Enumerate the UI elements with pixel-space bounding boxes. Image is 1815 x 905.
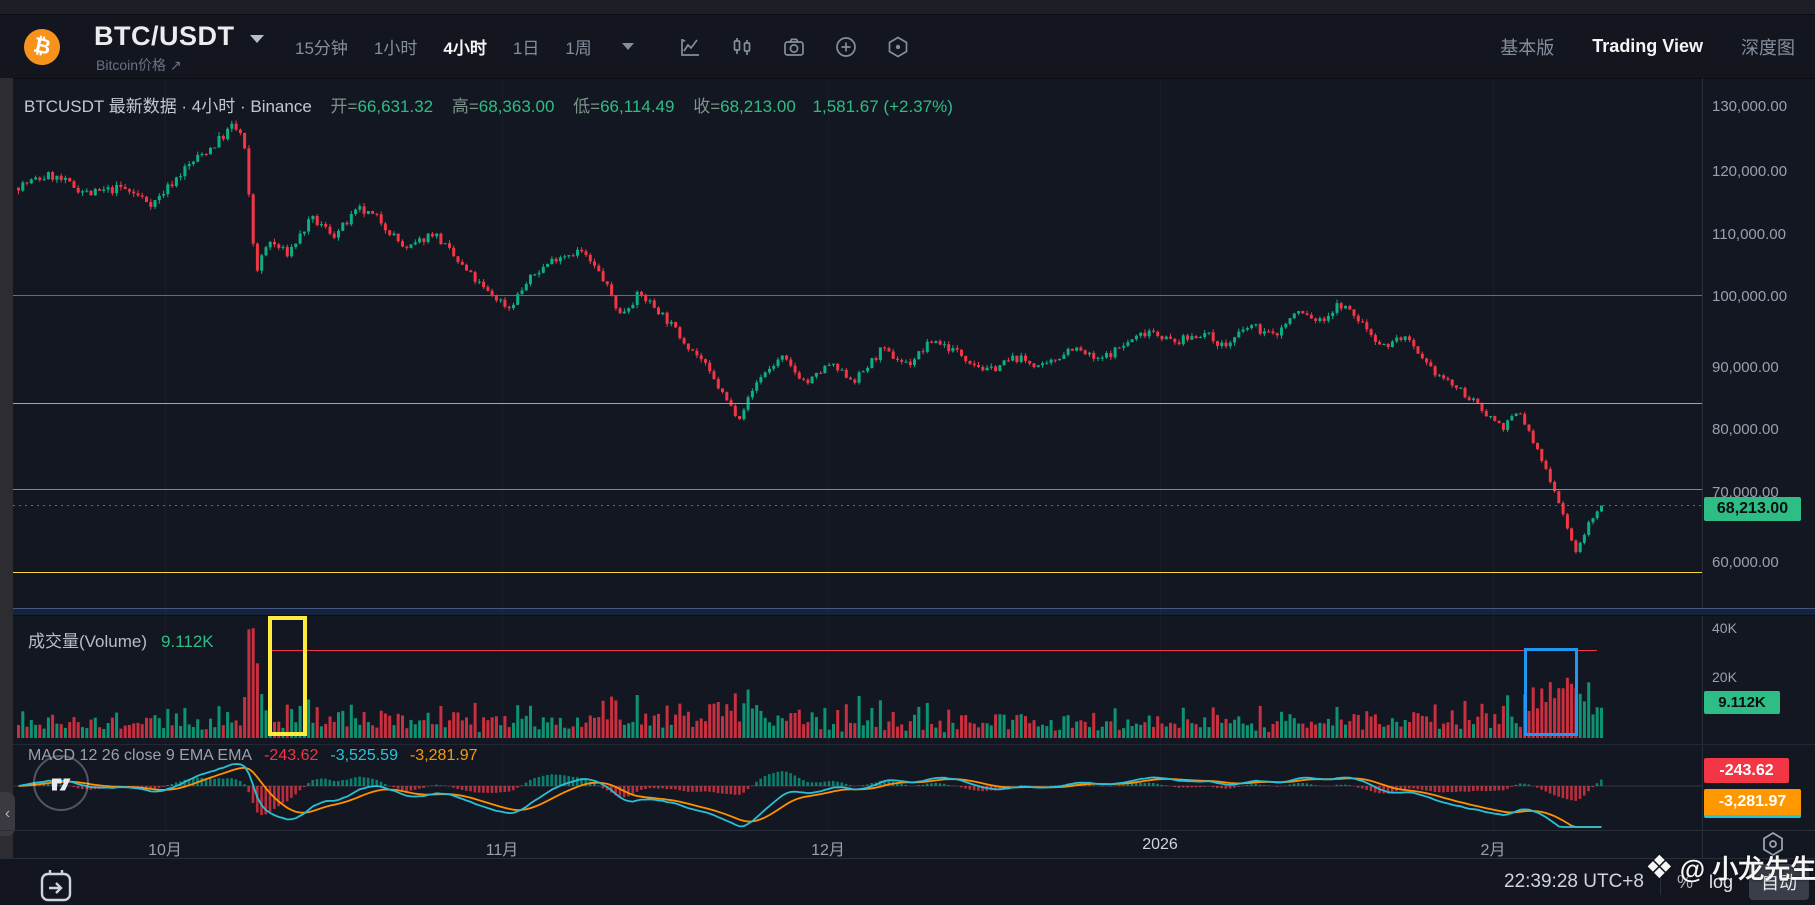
tradingview-chart-app: ₿ BTC/USDT Bitcoin价格 ↗ 15分钟 1小时 4小时 1日 1周 基本…	[0, 0, 1815, 905]
volume-axis-label: 40K	[1712, 620, 1737, 636]
time-axis-label: 2月	[1481, 836, 1506, 860]
time-axis-label: 10月	[148, 836, 182, 860]
macd-label-text: MACD 12 26 close 9 EMA EMA	[28, 747, 252, 764]
plus-circle-icon[interactable]	[834, 35, 858, 59]
timeframe-dropdown-caret-icon[interactable]	[622, 43, 634, 50]
price-axis-label: 110,000.00	[1712, 226, 1786, 243]
price-axis-label: 120,000.00	[1712, 163, 1787, 180]
view-mode-links: 基本版 Trading View 深度图	[1500, 15, 1795, 78]
header-bar: ₿ BTC/USDT Bitcoin价格 ↗ 15分钟 1小时 4小时 1日 1周 基本…	[0, 15, 1815, 79]
chevron-left-icon: ‹	[5, 805, 10, 823]
clock-time[interactable]: 22:39:28 UTC+8	[1504, 871, 1644, 893]
macd-signal-badge: -3,281.97	[1704, 789, 1801, 815]
go-to-date-icon[interactable]	[38, 868, 74, 902]
price-axis-label: 80,000.00	[1712, 421, 1779, 438]
view-link-基本版[interactable]: 基本版	[1500, 34, 1554, 60]
horizontal-price-line[interactable]	[13, 403, 1702, 404]
indicator-chart-icon[interactable]	[678, 35, 702, 59]
symbol-subtitle[interactable]: Bitcoin价格 ↗	[96, 55, 182, 75]
change-value: 1,581.67 (+2.37%)	[813, 97, 953, 116]
volume-badge: 9.112K	[1704, 691, 1780, 714]
horizontal-price-line[interactable]	[13, 295, 1702, 296]
price-axis-label: 100,000.00	[1712, 288, 1787, 305]
bottom-bar-divider	[1660, 869, 1661, 895]
volume-pane[interactable]	[13, 614, 1702, 744]
top-strip	[0, 0, 1815, 15]
open-label: 开=	[331, 97, 358, 116]
btc-logo-icon: ₿	[21, 26, 64, 69]
chart-legend[interactable]: BTCUSDT 最新数据 · 4小时 · Binance 开=66,631.32…	[24, 92, 953, 117]
low-label: 低=	[573, 97, 600, 116]
macd-value: -243.62	[264, 747, 318, 764]
chart-toolbar	[678, 15, 910, 78]
camera-icon[interactable]	[782, 35, 806, 59]
legend-title: BTCUSDT 最新数据 · 4小时 · Binance	[24, 97, 312, 116]
timeframe-switcher: 15分钟 1小时 4小时 1日 1周	[295, 15, 634, 78]
time-axis-separator	[0, 830, 1815, 831]
log-scale-button[interactable]: log	[1709, 872, 1733, 893]
timeframe-1日[interactable]: 1日	[513, 34, 539, 59]
close-label: 收=	[693, 97, 720, 116]
symbol-dropdown-caret-icon[interactable]	[250, 35, 264, 43]
open-value: 66,631.32	[357, 97, 433, 116]
volume-last-value: 9.112K	[161, 632, 214, 651]
view-link-深度图[interactable]: 深度图	[1741, 34, 1795, 60]
macd-value: -3,281.97	[410, 747, 478, 764]
price-axis-label: 90,000.00	[1712, 359, 1779, 376]
time-axis-label: 2026	[1142, 836, 1178, 854]
blue-highlight-box[interactable]	[1524, 648, 1578, 736]
timeframe-4小时[interactable]: 4小时	[443, 34, 486, 59]
horizontal-price-line[interactable]	[13, 572, 1702, 573]
macd-indicator-label[interactable]: MACD 12 26 close 9 EMA EMA -243.62 -3,525.…	[28, 747, 478, 765]
timeframe-15分钟[interactable]: 15分钟	[295, 34, 348, 59]
volume-indicator-label[interactable]: 成交量(Volume) 9.112K	[28, 627, 214, 652]
close-value: 68,213.00	[720, 97, 796, 116]
current-price-badge: 68,213.00	[1704, 497, 1801, 521]
high-label: 高=	[452, 97, 479, 116]
price-candlestick-pane[interactable]	[13, 78, 1702, 608]
macd-value: -3,525.59	[330, 747, 398, 764]
volume-label-text: 成交量(Volume)	[28, 632, 147, 651]
volume-axis-label: 20K	[1712, 669, 1737, 685]
volume-resistance-line[interactable]	[272, 650, 1597, 651]
time-axis-label: 11月	[486, 836, 519, 860]
axis-settings-hexagon-icon[interactable]	[1755, 831, 1791, 857]
yellow-highlight-box[interactable]	[268, 616, 307, 736]
price-axis-border	[1702, 78, 1703, 858]
candlestick-icon[interactable]	[730, 35, 754, 59]
high-value: 68,363.00	[479, 97, 555, 116]
macd-histogram-badge: -243.62	[1704, 758, 1789, 783]
view-link-Trading View[interactable]: Trading View	[1592, 36, 1703, 57]
external-link-icon: ↗	[170, 57, 182, 73]
timeframe-1周[interactable]: 1周	[565, 34, 591, 59]
auto-scale-button[interactable]: 自动	[1749, 864, 1809, 900]
hexagon-target-icon[interactable]	[886, 35, 910, 59]
percent-scale-button[interactable]: %	[1677, 872, 1693, 893]
low-value: 66,114.49	[600, 97, 674, 116]
timeframe-1小时[interactable]: 1小时	[374, 34, 417, 59]
time-axis-label: 12月	[811, 836, 845, 860]
bottom-bar-right: 22:39:28 UTC+8 % log 自动	[1504, 859, 1809, 905]
price-axis-label: 130,000.00	[1712, 98, 1787, 115]
horizontal-price-line[interactable]	[13, 489, 1702, 490]
left-rail	[0, 78, 13, 905]
price-axis-label: 60,000.00	[1712, 554, 1779, 571]
symbol-title[interactable]: BTC/USDT	[94, 21, 235, 52]
